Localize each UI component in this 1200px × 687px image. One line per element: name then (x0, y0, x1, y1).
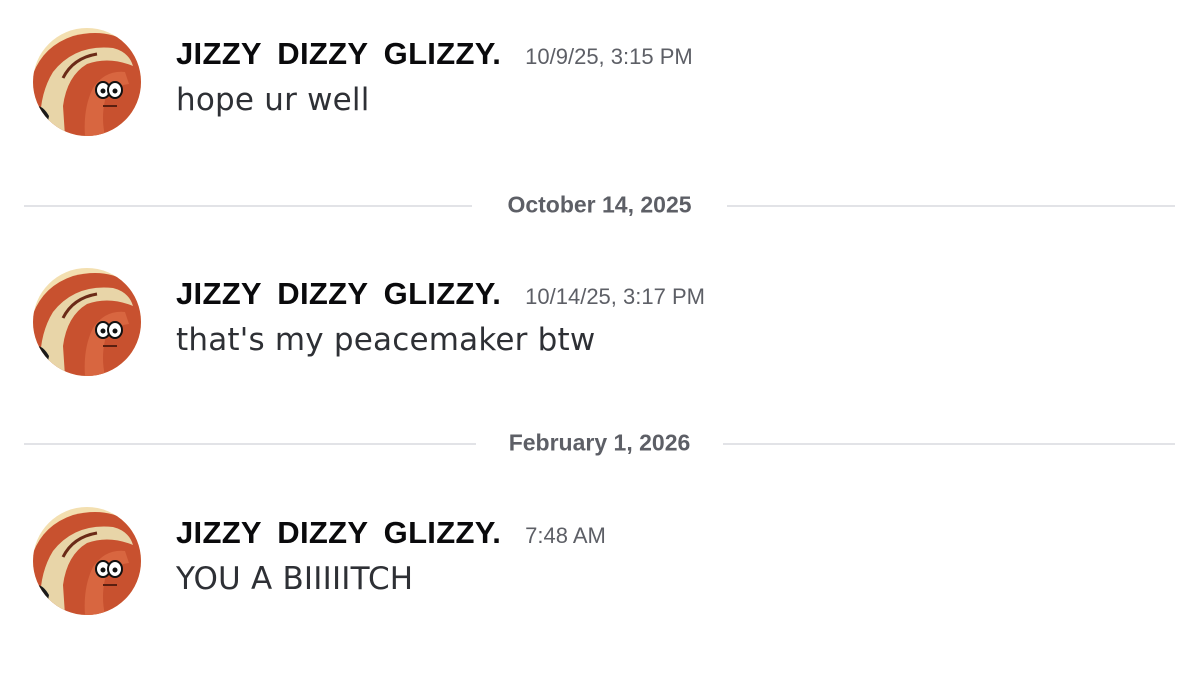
message[interactable]: JIZZY DIZZY GLIZZY. 10/14/25, 3:17 PM th… (0, 268, 1200, 388)
avatar[interactable] (33, 28, 141, 136)
divider-line (24, 205, 472, 207)
avatar[interactable] (33, 507, 141, 615)
divider-date: February 1, 2026 (484, 429, 715, 457)
date-divider: October 14, 2025 (24, 190, 1175, 220)
message[interactable]: JIZZY DIZZY GLIZZY. 10/9/25, 3:15 PM hop… (0, 28, 1200, 148)
timestamp: 10/9/25, 3:15 PM (525, 44, 693, 69)
avatar[interactable] (33, 268, 141, 376)
message-content: YOU A BIIIIITCH (176, 561, 414, 597)
patrick-star-avatar-icon (33, 268, 141, 376)
divider-line (24, 443, 476, 445)
message-header: JIZZY DIZZY GLIZZY. 10/14/25, 3:17 PM (176, 276, 705, 312)
username[interactable]: JIZZY DIZZY GLIZZY. (176, 515, 501, 551)
username[interactable]: JIZZY DIZZY GLIZZY. (176, 276, 501, 312)
message-content: hope ur well (176, 82, 370, 118)
timestamp: 7:48 AM (525, 523, 606, 548)
message-header: JIZZY DIZZY GLIZZY. 10/9/25, 3:15 PM (176, 36, 693, 72)
divider-date: October 14, 2025 (483, 191, 716, 219)
patrick-star-avatar-icon (33, 507, 141, 615)
message-header: JIZZY DIZZY GLIZZY. 7:48 AM (176, 515, 606, 551)
message-content: that's my peacemaker btw (176, 322, 596, 358)
timestamp: 10/14/25, 3:17 PM (525, 284, 705, 309)
message[interactable]: JIZZY DIZZY GLIZZY. 7:48 AM YOU A BIIIII… (0, 507, 1200, 627)
username[interactable]: JIZZY DIZZY GLIZZY. (176, 36, 501, 72)
chat-log: JIZZY DIZZY GLIZZY. 10/9/25, 3:15 PM hop… (0, 0, 1200, 687)
divider-line (723, 443, 1175, 445)
patrick-star-avatar-icon (33, 28, 141, 136)
divider-line (727, 205, 1175, 207)
date-divider: February 1, 2026 (24, 428, 1175, 458)
